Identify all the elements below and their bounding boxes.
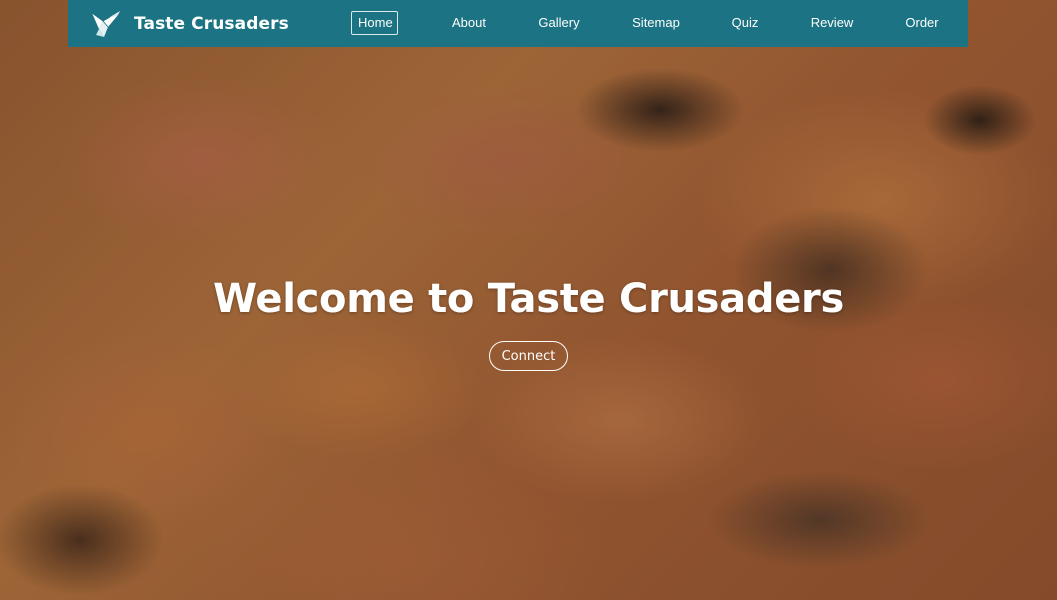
nav-item-gallery[interactable]: Gallery: [531, 11, 587, 34]
hero-title: Welcome to Taste Crusaders: [213, 276, 844, 322]
hero-section: Taste Crusaders Home About Gallery Sitem…: [0, 0, 1057, 600]
navbar: Taste Crusaders Home About Gallery Sitem…: [68, 0, 968, 47]
connect-button[interactable]: Connect: [488, 341, 569, 371]
nav-item-order[interactable]: Order: [900, 11, 944, 34]
nav-item-sitemap[interactable]: Sitemap: [626, 11, 686, 34]
nav-item-quiz[interactable]: Quiz: [726, 11, 764, 34]
nav-menu: Home About Gallery Sitemap Quiz Review O…: [68, 0, 968, 47]
nav-item-about[interactable]: About: [444, 11, 494, 34]
hero-content: Welcome to Taste Crusaders Connect: [0, 270, 1057, 371]
nav-item-review[interactable]: Review: [804, 11, 860, 34]
nav-item-home[interactable]: Home: [351, 11, 398, 35]
